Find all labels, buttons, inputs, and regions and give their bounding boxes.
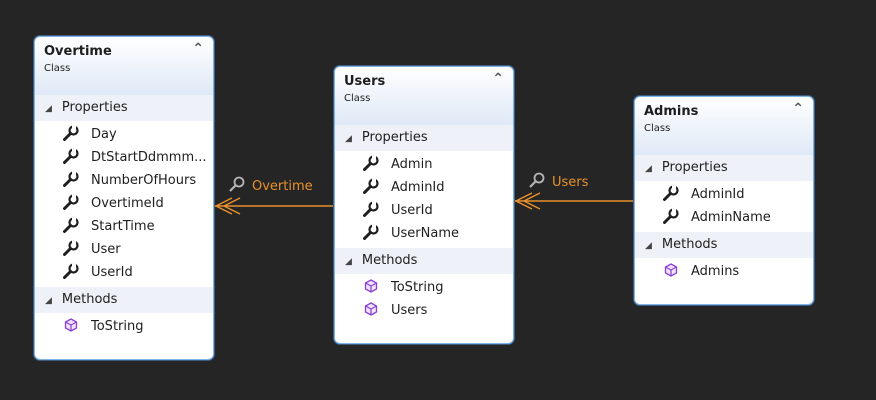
wrench-icon [63, 171, 79, 187]
property-item[interactable]: UserId [35, 261, 213, 284]
member-name: UserName [391, 226, 459, 241]
class-box-overtime[interactable]: Overtime Class ⌃ ◢ Properties Day DtStartD… [34, 36, 214, 360]
association-label-overtime[interactable]: Overtime [228, 176, 313, 194]
section-label: Properties [61, 100, 128, 115]
association-label-users[interactable]: Users [528, 172, 588, 190]
method-item[interactable]: Admins [635, 260, 813, 283]
collapse-chevron-icon[interactable]: ⌃ [792, 102, 804, 116]
class-name: Admins [644, 104, 699, 119]
methods-list: ToString [35, 313, 213, 341]
member-name: AdminName [691, 210, 771, 225]
expand-triangle-icon[interactable]: ◢ [45, 296, 52, 306]
property-item[interactable]: NumberOfHours [35, 169, 213, 192]
class-header[interactable]: Overtime Class ⌃ [35, 37, 213, 95]
properties-section-header[interactable]: ◢ Properties [35, 95, 213, 121]
property-item[interactable]: DtStartDdmmm... [35, 146, 213, 169]
member-name: Admins [691, 264, 740, 279]
wrench-icon [63, 217, 79, 233]
method-cube-icon [364, 279, 378, 293]
member-name: UserId [91, 265, 133, 280]
wrench-icon [363, 224, 379, 240]
section-label: Methods [661, 237, 718, 252]
class-box-admins[interactable]: Admins Class ⌃ ◢ Properties AdminId AdminN… [634, 96, 814, 305]
method-cube-icon [364, 302, 378, 316]
method-cube-icon [64, 318, 78, 332]
section-label: Properties [661, 160, 728, 175]
expand-triangle-icon[interactable]: ◢ [45, 104, 52, 114]
member-name: ToString [91, 319, 144, 334]
property-item[interactable]: AdminId [635, 183, 813, 206]
properties-list: Admin AdminId UserId UserName [335, 151, 513, 248]
property-item[interactable]: Admin [335, 153, 513, 176]
member-name: NumberOfHours [91, 173, 197, 188]
method-cube-icon [664, 263, 678, 277]
member-name: User [91, 242, 121, 257]
member-name: Day [91, 127, 117, 142]
property-item[interactable]: StartTime [35, 215, 213, 238]
property-item[interactable]: UserId [335, 199, 513, 222]
methods-list: Admins [635, 258, 813, 286]
wrench-icon [363, 155, 379, 171]
properties-list: Day DtStartDdmmm... NumberOfHours OvertimeI… [35, 121, 213, 287]
class-kind: Class [344, 93, 371, 104]
method-item[interactable]: Users [335, 299, 513, 322]
property-item[interactable]: OvertimeId [35, 192, 213, 215]
member-name: UserId [391, 203, 433, 218]
property-item[interactable]: UserName [335, 222, 513, 245]
methods-section-header[interactable]: ◢ Methods [35, 287, 213, 313]
class-kind: Class [44, 63, 71, 74]
property-item[interactable]: User [35, 238, 213, 261]
class-header[interactable]: Users Class ⌃ [335, 67, 513, 125]
wrench-icon [63, 240, 79, 256]
expand-triangle-icon[interactable]: ◢ [345, 134, 352, 144]
association-label-text: Overtime [252, 179, 313, 194]
property-item[interactable]: AdminId [335, 176, 513, 199]
properties-section-header[interactable]: ◢ Properties [335, 125, 513, 151]
collapse-chevron-icon[interactable]: ⌃ [192, 42, 204, 56]
expand-triangle-icon[interactable]: ◢ [645, 164, 652, 174]
wrench-icon [663, 208, 679, 224]
class-name: Users [344, 74, 386, 89]
wrench-icon [529, 172, 545, 188]
member-name: OvertimeId [91, 196, 164, 211]
member-name: Admin [391, 157, 433, 172]
expand-triangle-icon[interactable]: ◢ [345, 257, 352, 267]
class-name: Overtime [44, 44, 112, 59]
wrench-icon [363, 178, 379, 194]
member-name: AdminId [391, 180, 445, 195]
wrench-icon [63, 263, 79, 279]
wrench-icon [63, 148, 79, 164]
member-name: ToString [391, 280, 444, 295]
expand-triangle-icon[interactable]: ◢ [645, 241, 652, 251]
methods-section-header[interactable]: ◢ Methods [635, 232, 813, 258]
section-label: Methods [361, 253, 418, 268]
property-item[interactable]: AdminName [635, 206, 813, 229]
member-name: AdminId [691, 187, 745, 202]
wrench-icon [363, 201, 379, 217]
association-label-text: Users [552, 175, 589, 190]
methods-section-header[interactable]: ◢ Methods [335, 248, 513, 274]
property-item[interactable]: Day [35, 123, 213, 146]
method-item[interactable]: ToString [35, 315, 213, 338]
wrench-icon [63, 194, 79, 210]
method-item[interactable]: ToString [335, 276, 513, 299]
section-label: Methods [61, 292, 118, 307]
wrench-icon [63, 125, 79, 141]
wrench-icon [229, 176, 245, 192]
member-name: Users [391, 303, 428, 318]
class-header[interactable]: Admins Class ⌃ [635, 97, 813, 155]
class-box-users[interactable]: Users Class ⌃ ◢ Properties Admin AdminId Us… [334, 66, 514, 344]
methods-list: ToString Users [335, 274, 513, 325]
wrench-icon [663, 185, 679, 201]
section-label: Properties [361, 130, 428, 145]
properties-list: AdminId AdminName [635, 181, 813, 232]
class-kind: Class [644, 123, 671, 134]
member-name: DtStartDdmmm... [91, 150, 207, 165]
collapse-chevron-icon[interactable]: ⌃ [492, 72, 504, 86]
properties-section-header[interactable]: ◢ Properties [635, 155, 813, 181]
member-name: StartTime [91, 219, 155, 234]
